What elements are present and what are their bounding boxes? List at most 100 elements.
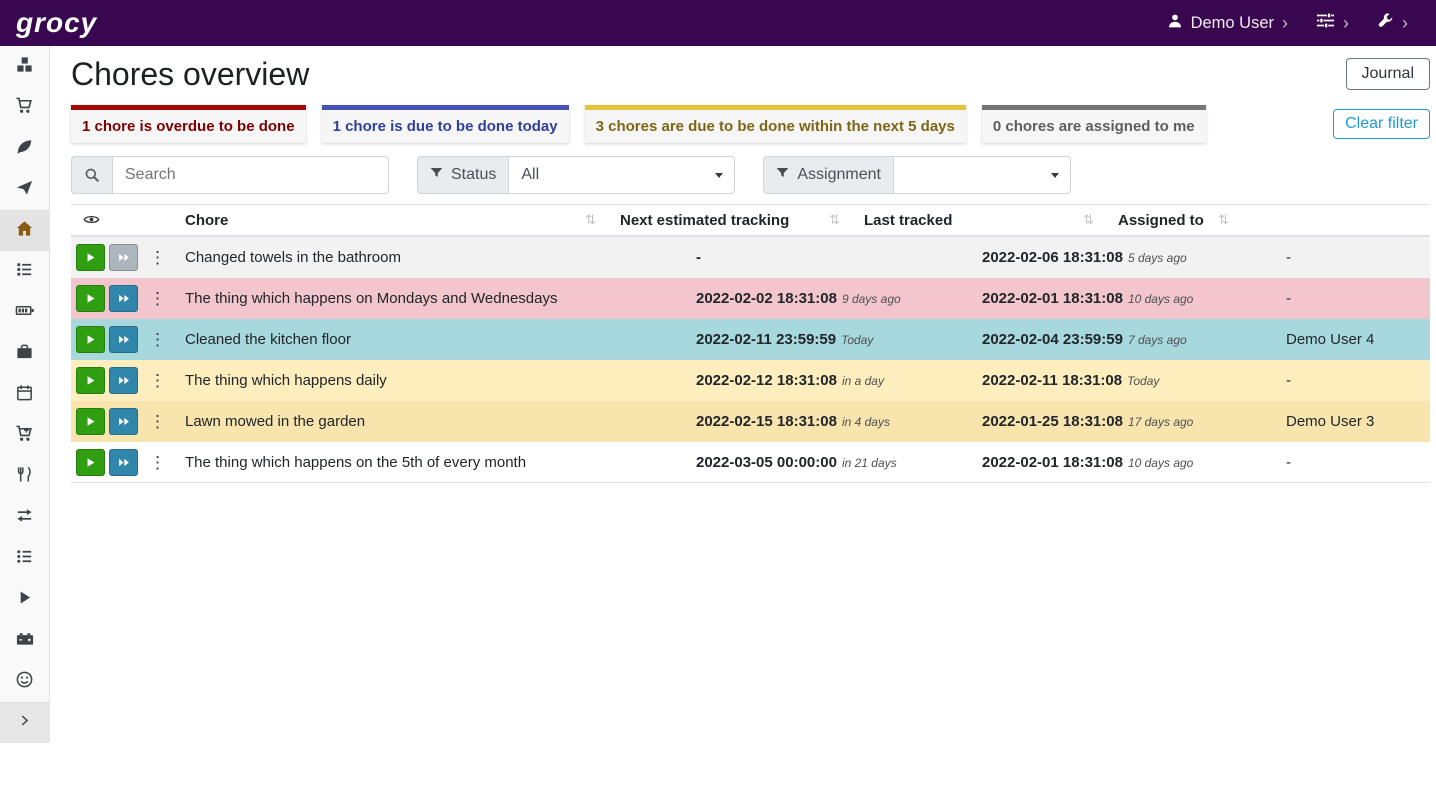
track-execution-button[interactable] [76,244,105,271]
row-menu-button[interactable]: ⋮ [142,454,173,471]
column-header-next-tracking[interactable]: Next estimated tracking ⇅ [608,205,852,235]
next-tracking-cell: 2022-02-12 18:31:08in a day [684,372,970,389]
sidebar-item-stock-overview[interactable] [0,46,49,87]
row-menu-button[interactable]: ⋮ [142,413,173,430]
next-tracking-cell: 2022-02-02 18:31:089 days ago [684,290,970,307]
chore-name: The thing which happens daily [173,372,684,389]
sidebar-item-batteries-overview[interactable] [0,292,49,333]
chores-table: Chore ⇅ Next estimated tracking ⇅ Last t… [71,204,1430,483]
user-menu[interactable]: Demo User › [1167,13,1288,34]
kebab-icon: ⋮ [149,453,166,472]
search-group [71,156,389,194]
column-header-chore[interactable]: Chore ⇅ [173,205,608,235]
clear-filter-button[interactable]: Clear filter [1333,109,1430,139]
skip-execution-button[interactable] [109,408,138,435]
settings-menu[interactable]: › [1316,11,1349,35]
track-execution-button[interactable] [76,449,105,476]
chevron-right-icon: › [1402,14,1408,32]
sort-icon: ⇅ [829,212,840,228]
fast-forward-icon [117,415,131,428]
shopping-cart-icon [15,96,34,120]
column-visibility-header[interactable] [71,211,173,229]
table-row: ⋮ Lawn mowed in the garden 2022-02-15 18… [71,401,1430,442]
sidebar-item-tasks[interactable] [0,251,49,292]
car-battery-icon [15,629,35,653]
status-filter-row: 1 chore is overdue to be done 1 chore is… [71,104,1430,144]
row-actions: ⋮ [71,449,173,476]
play-icon [84,333,97,346]
last-tracked-cell: 2022-01-25 18:31:0817 days ago [970,413,1274,430]
feather-icon [15,137,34,161]
row-actions: ⋮ [71,244,173,271]
status-filter-group: Status All [417,156,735,194]
chevron-right-icon: › [1343,14,1349,32]
sort-icon: ⇅ [585,212,596,228]
sidebar-item-recipes[interactable] [0,128,49,169]
kebab-icon: ⋮ [149,330,166,349]
row-menu-button[interactable]: ⋮ [142,331,173,348]
assignment-select[interactable] [893,156,1071,194]
status-card-due-soon[interactable]: 3 chores are due to be done within the n… [585,105,966,143]
play-icon [84,251,97,264]
sidebar-expand-toggle[interactable] [0,702,49,743]
sidebar-item-equipment[interactable] [0,333,49,374]
track-execution-button[interactable] [76,367,105,394]
skip-execution-button[interactable] [109,367,138,394]
track-execution-button[interactable] [76,285,105,312]
play-icon [84,415,97,428]
status-card-due-today[interactable]: 1 chore is due to be done today [322,105,569,143]
status-select[interactable]: All [508,156,735,194]
row-actions: ⋮ [71,326,173,353]
skip-execution-button[interactable] [109,449,138,476]
sidebar [0,46,50,742]
sidebar-item-battery-tracking[interactable] [0,620,49,661]
sidebar-item-shopping-list[interactable] [0,87,49,128]
sidebar-item-inventory[interactable] [0,538,49,579]
sidebar-item-transfer[interactable] [0,497,49,538]
track-execution-button[interactable] [76,326,105,353]
column-header-last-tracked[interactable]: Last tracked ⇅ [852,205,1106,235]
play-icon [84,292,97,305]
table-row: ⋮ Changed towels in the bathroom - 2022-… [71,237,1430,278]
search-input[interactable] [112,156,389,194]
row-menu-button[interactable]: ⋮ [142,249,173,266]
sidebar-item-calendar[interactable] [0,374,49,415]
sidebar-item-consume[interactable] [0,456,49,497]
skip-execution-button[interactable] [109,285,138,312]
sidebar-item-chore-tracking[interactable] [0,579,49,620]
chore-name: Changed towels in the bathroom [173,249,684,266]
exchange-arrows-icon [15,506,34,530]
assignment-filter-group: Assignment [763,156,1071,194]
sidebar-item-feedback[interactable] [0,661,49,702]
last-tracked-cell: 2022-02-06 18:31:085 days ago [970,249,1274,266]
assignment-filter-label: Assignment [797,166,881,184]
smiley-icon [15,670,34,694]
search-icon [71,156,112,194]
skip-execution-button[interactable] [109,244,138,271]
sidebar-item-chores-overview[interactable] [0,210,49,251]
grocy-logo[interactable]: grocy [16,0,97,46]
eye-icon [83,212,100,229]
user-icon [1167,13,1183,34]
skip-execution-button[interactable] [109,326,138,353]
sidebar-item-meal-plan[interactable] [0,169,49,210]
row-menu-button[interactable]: ⋮ [142,290,173,307]
next-tracking-cell: 2022-03-05 00:00:00in 21 days [684,454,970,471]
filter-funnel-icon [776,166,789,184]
assigned-to-cell: - [1274,454,1430,471]
track-execution-button[interactable] [76,408,105,435]
kebab-icon: ⋮ [149,412,166,431]
row-menu-button[interactable]: ⋮ [142,372,173,389]
admin-menu[interactable]: › [1377,12,1408,34]
journal-button[interactable]: Journal [1346,58,1430,90]
column-header-assigned-to[interactable]: Assigned to ⇅ [1106,205,1241,235]
table-header: Chore ⇅ Next estimated tracking ⇅ Last t… [71,204,1430,237]
user-name: Demo User [1191,14,1274,33]
status-card-assigned-to-me[interactable]: 0 chores are assigned to me [982,105,1206,143]
assigned-to-cell: Demo User 4 [1274,331,1430,348]
row-actions: ⋮ [71,367,173,394]
status-card-overdue[interactable]: 1 chore is overdue to be done [71,105,306,143]
chore-name: Lawn mowed in the garden [173,413,684,430]
fast-forward-icon [117,292,131,305]
sidebar-item-purchase[interactable] [0,415,49,456]
